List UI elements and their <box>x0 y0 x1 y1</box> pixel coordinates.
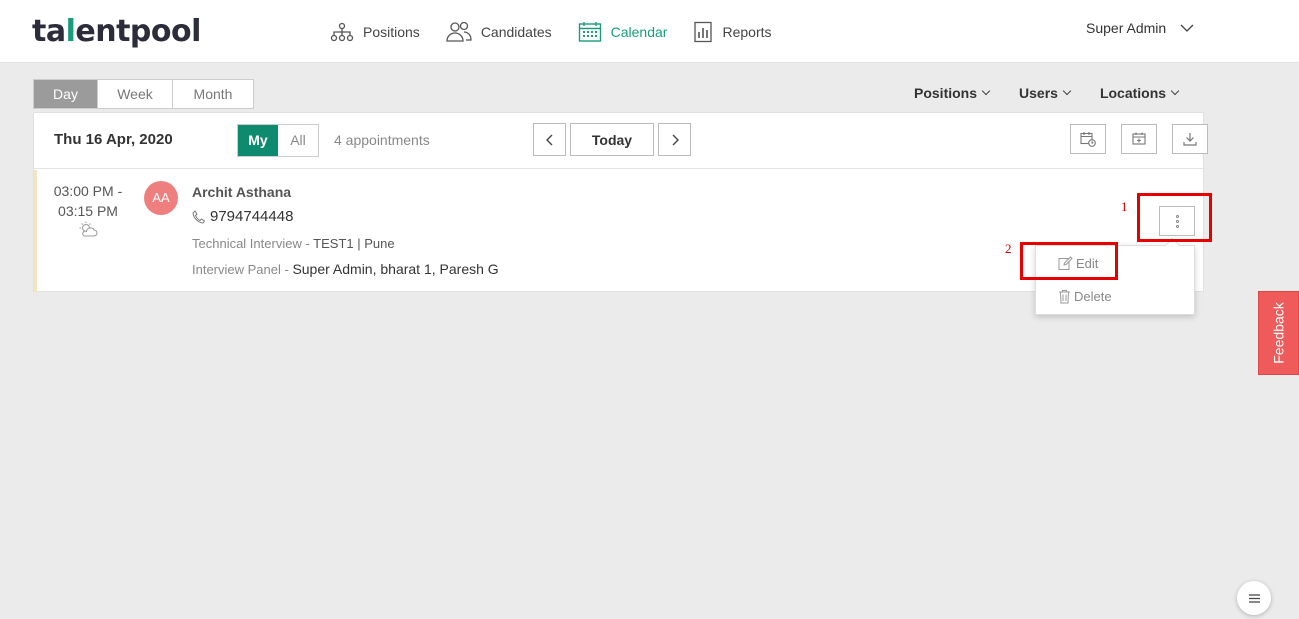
tab-month[interactable]: Month <box>173 80 253 108</box>
annotation-box-2 <box>1020 242 1118 280</box>
people-icon <box>446 21 472 42</box>
calendar-add-icon <box>1132 132 1146 145</box>
org-chart-icon <box>330 22 354 42</box>
filter-positions[interactable]: Positions <box>914 85 991 101</box>
appointment-time: 03:00 PM - 03:15 PM <box>53 181 123 221</box>
view-tabs: Day Week Month <box>33 79 254 109</box>
phone-number: 9794744448 <box>210 208 294 225</box>
tab-week[interactable]: Week <box>98 80 173 108</box>
filter-locations-label: Locations <box>1099 85 1167 101</box>
chevron-down-icon <box>981 86 991 96</box>
appointment-count: 4 appointments <box>334 132 430 148</box>
time-end: 03:15 PM <box>58 203 118 219</box>
today-button[interactable]: Today <box>570 123 654 156</box>
filters: Positions Users Locations <box>914 85 1180 101</box>
main-nav: Positions Candidates Calendar Reports <box>330 18 772 46</box>
annotation-number-2: 2 <box>1005 241 1012 256</box>
floating-menu-button[interactable] <box>1237 581 1271 615</box>
panel-members: Super Admin, bharat 1, Paresh G <box>292 261 499 277</box>
afternoon-weather-icon <box>79 221 98 237</box>
chevron-down-icon <box>1170 86 1180 96</box>
feedback-label: Feedback <box>1270 302 1287 364</box>
user-name: Super Admin <box>1086 20 1167 36</box>
next-day-button[interactable] <box>658 123 691 156</box>
download-icon <box>1183 133 1197 146</box>
feedback-tab[interactable]: Feedback <box>1258 291 1299 375</box>
panel-label: Interview Panel - <box>192 262 293 277</box>
calendar-icon <box>578 22 601 42</box>
schedule-settings-button[interactable] <box>1070 124 1106 154</box>
chevron-left-icon <box>545 134 552 145</box>
scope-my-button[interactable]: My <box>238 125 278 156</box>
top-bar: talentpool Positions Candidates Calendar… <box>0 0 1299 63</box>
tab-day[interactable]: Day <box>34 80 98 108</box>
phone-icon <box>192 209 205 224</box>
filter-users-label: Users <box>1019 85 1058 101</box>
interview-panel: Interview Panel - Super Admin, bharat 1,… <box>192 261 499 277</box>
nav-positions[interactable]: Positions <box>330 18 420 46</box>
nav-reports-label: Reports <box>722 24 772 40</box>
chevron-down-icon <box>1062 86 1072 96</box>
trash-icon <box>1059 290 1070 304</box>
nav-candidates-label: Candidates <box>480 24 552 40</box>
scope-toggle: My All <box>237 124 319 157</box>
delete-label: Delete <box>1074 289 1112 304</box>
date-pager: Today <box>533 123 691 156</box>
download-button[interactable] <box>1172 124 1208 154</box>
nav-reports[interactable]: Reports <box>693 18 772 46</box>
round-label: Technical Interview - <box>192 236 314 251</box>
avatar: AA <box>144 181 178 215</box>
time-start: 03:00 PM - <box>53 183 123 199</box>
panel-header: Thu 16 Apr, 2020 My All 4 appointments T… <box>34 113 1208 169</box>
nav-calendar[interactable]: Calendar <box>578 18 668 46</box>
hamburger-icon <box>1248 593 1260 603</box>
round-value: TEST1 | Pune <box>313 236 395 251</box>
previous-day-button[interactable] <box>533 123 566 156</box>
user-menu[interactable]: Super Admin <box>1086 20 1194 36</box>
panel-tools <box>1070 124 1208 154</box>
interview-round: Technical Interview - TEST1 | Pune <box>192 236 395 251</box>
report-icon <box>694 21 713 43</box>
chevron-right-icon <box>672 134 679 145</box>
candidate-name[interactable]: Archit Asthana <box>192 184 291 200</box>
filter-positions-label: Positions <box>914 85 978 101</box>
chevron-down-icon <box>1180 24 1194 32</box>
scope-all-button[interactable]: All <box>278 125 318 156</box>
annotation-number-1: 1 <box>1121 199 1128 214</box>
candidate-phone: 9794744448 <box>192 208 293 225</box>
delete-menu-item[interactable]: Delete <box>1058 289 1112 304</box>
nav-positions-label: Positions <box>363 24 420 40</box>
nav-calendar-label: Calendar <box>610 24 668 40</box>
talentpool-logo[interactable]: talentpool <box>32 14 201 49</box>
current-date: Thu 16 Apr, 2020 <box>54 131 173 148</box>
add-event-button[interactable] <box>1121 124 1157 154</box>
annotation-box-1 <box>1137 193 1212 242</box>
filter-users[interactable]: Users <box>1019 85 1072 101</box>
calendar-clock-icon <box>1080 132 1096 147</box>
filter-locations[interactable]: Locations <box>1099 85 1180 101</box>
nav-candidates[interactable]: Candidates <box>446 18 552 46</box>
